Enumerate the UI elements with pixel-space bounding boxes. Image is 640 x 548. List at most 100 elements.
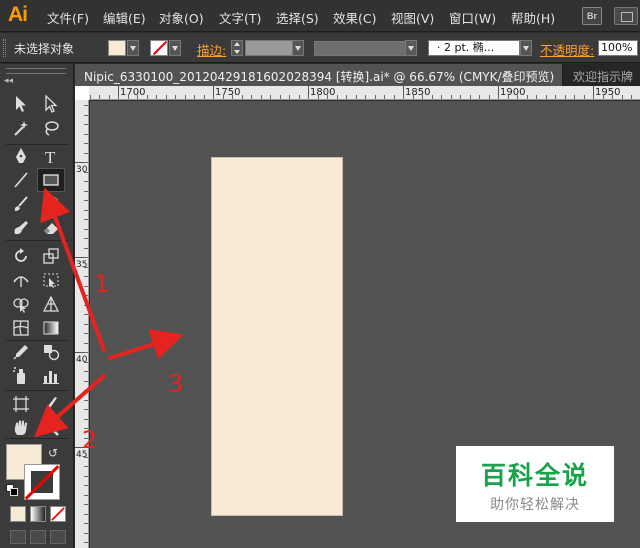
vertical-ruler[interactable]: 300350400450 [75,100,89,548]
none-mode-button[interactable] [50,506,66,522]
fill-dropdown-button[interactable] [127,40,139,56]
line-segment-tool-button[interactable] [7,168,35,192]
menu-item-0[interactable]: 文件(F) [47,8,89,27]
column-graph-tool-button[interactable] [37,364,65,388]
workspace-button[interactable] [614,7,638,25]
annotation-label-3: 3 [168,370,184,398]
tools-panel-grip[interactable] [6,68,66,74]
eraser-tool-button[interactable] [37,216,65,240]
draw-behind-button[interactable] [30,530,46,544]
stroke-weight-field[interactable] [245,40,293,56]
ruler-minor-tick [346,95,347,99]
zoom-tool-button[interactable] [37,416,65,440]
collapse-icon[interactable]: ◂◂ [4,77,13,86]
ruler-minor-tick [84,352,88,353]
rectangle-tool-button[interactable] [37,168,65,192]
menu-item-3[interactable]: 文字(T) [219,8,261,27]
stroke-swatch[interactable] [24,464,60,500]
brush-dropdown[interactable] [520,40,532,56]
gradient-tool-button[interactable] [37,316,65,340]
menu-item-7[interactable]: 窗口(W) [449,8,496,27]
gradient-tool-icon [43,321,59,335]
hand-tool-icon [14,420,27,435]
slice-tool-button[interactable] [37,392,65,416]
stroke-color-swatch[interactable] [150,40,168,56]
app-logo: Ai [8,3,28,26]
swap-fill-stroke-icon[interactable]: ↺ [48,446,58,460]
control-bar-grip[interactable] [3,39,6,57]
ruler-minor-tick [84,229,88,230]
variable-width-profile[interactable] [314,41,406,56]
width-tool-icon [13,276,29,287]
blob-brush-tool-button[interactable] [7,216,35,240]
width-tool-button[interactable] [7,268,35,292]
brush-definition-field[interactable]: · 2 pt. 椭... [428,40,520,56]
ruler-h-label: 1850 [405,87,431,98]
scale-tool-icon [43,248,59,264]
menu-item-4[interactable]: 选择(S) [276,8,319,27]
perspective-grid-tool-button[interactable] [37,292,65,316]
ruler-minor-tick [612,95,613,99]
ruler-minor-tick [603,95,604,99]
blend-tool-button[interactable] [37,340,65,364]
selection-tool-button[interactable] [7,92,35,116]
ruler-minor-tick [536,95,537,99]
mesh-tool-button[interactable] [7,316,35,340]
shape-builder-tool-icon [13,298,29,313]
horizontal-ruler[interactable]: 1700 1750 1800 1850 1900 1950 [89,86,640,100]
lasso-tool-button[interactable] [37,116,65,140]
menu-item-1[interactable]: 编辑(E) [103,8,146,27]
ruler-minor-tick [251,95,252,99]
direct-selection-tool-button[interactable] [37,92,65,116]
menu-item-8[interactable]: 帮助(H) [511,8,555,27]
hand-tool-button[interactable] [7,416,35,440]
symbol-sprayer-tool-icon [13,367,25,384]
menu-item-5[interactable]: 效果(C) [333,8,376,27]
ruler-minor-tick [128,95,129,99]
ruler-minor-tick [194,95,195,99]
bridge-button[interactable]: Br [582,7,602,25]
scale-tool-button[interactable] [37,244,65,268]
free-transform-tool-button[interactable] [37,268,65,292]
welcome-tab[interactable]: 欢迎指示牌 [573,68,633,85]
menu-item-6[interactable]: 视图(V) [391,8,434,27]
stroke-weight-stepper[interactable] [231,40,243,56]
stroke-dropdown-button[interactable] [169,40,181,56]
draw-inside-button[interactable] [50,530,66,544]
document-tab[interactable]: Nipic_6330100_20120429181602028394 [转换].… [75,64,563,86]
line-segment-tool-icon [14,172,28,188]
ruler-origin[interactable] [75,86,89,100]
eyedropper-tool-button[interactable] [7,340,35,364]
magic-wand-tool-button[interactable] [7,116,35,140]
ruler-v-label: 350 [76,260,88,270]
ruler-minor-tick [84,381,88,382]
color-mode-button[interactable] [10,506,26,522]
fill-color-swatch[interactable] [108,40,126,56]
ruler-minor-tick [365,95,366,99]
rotate-tool-button[interactable] [7,244,35,268]
ruler-minor-tick [593,95,594,99]
draw-normal-button[interactable] [10,530,26,544]
menu-item-2[interactable]: 对象(O) [159,8,204,27]
variable-width-dropdown[interactable] [405,40,417,56]
shape-builder-tool-button[interactable] [7,292,35,316]
opacity-label[interactable]: 不透明度: [540,40,594,59]
stroke-label[interactable]: 描边: [197,40,226,59]
pencil-tool-button[interactable] [37,192,65,216]
selected-rectangle-shape[interactable] [211,157,343,516]
ruler-minor-tick [84,409,88,410]
type-tool-button[interactable]: T [37,144,65,168]
ruler-minor-tick [166,95,167,99]
ruler-minor-tick [84,324,88,325]
mesh-tool-icon [13,320,29,336]
default-fill-stroke-icon[interactable] [6,484,18,496]
stroke-weight-dropdown[interactable] [292,40,304,56]
paintbrush-tool-button[interactable] [7,192,35,216]
pen-tool-button[interactable] [7,144,35,168]
gradient-mode-button[interactable] [30,506,46,522]
ruler-minor-tick [299,95,300,99]
artboard-tool-button[interactable] [7,392,35,416]
opacity-field[interactable]: 100% [598,40,638,56]
symbol-sprayer-tool-button[interactable] [7,364,35,388]
ruler-minor-tick [84,286,88,287]
